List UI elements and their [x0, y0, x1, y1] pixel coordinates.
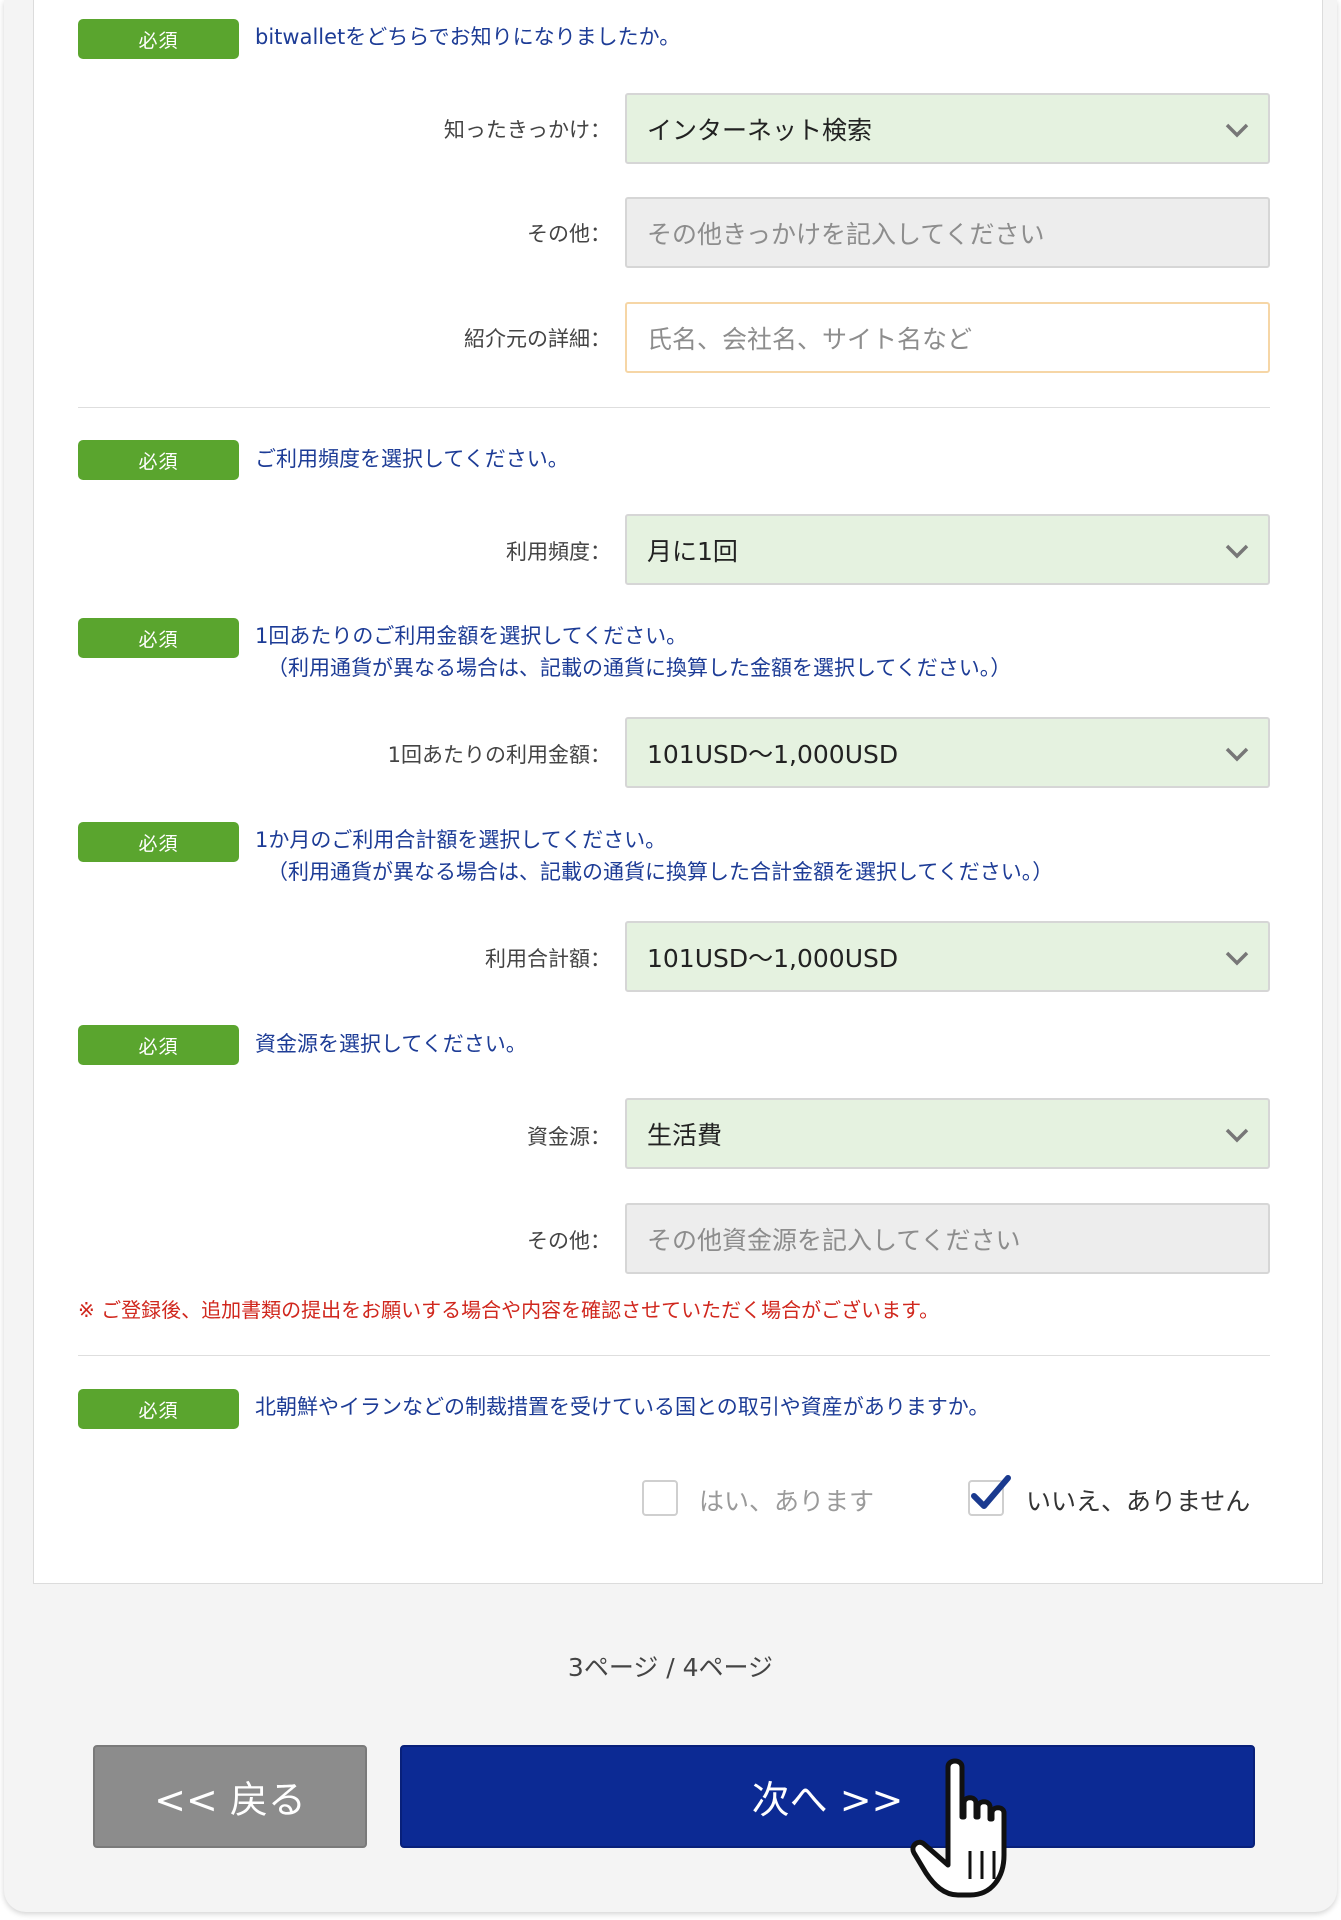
required-badge: 必須: [78, 618, 239, 658]
monthly-label: 利用合計額：: [485, 947, 611, 971]
required-badge: 必須: [78, 19, 239, 59]
frequency-question: ご利用頻度を選択してください。: [255, 447, 569, 471]
frequency-label: 利用頻度：: [506, 540, 611, 564]
chevron-down-icon: [1225, 544, 1249, 559]
amount-question: 1回あたりのご利用金額を選択してください。 （利用通貨が異なる場合は、記載の通貨…: [255, 620, 1011, 684]
sanctions-question: 北朝鮮やイランなどの制裁措置を受けている国との取引や資産がありますか。: [255, 1395, 990, 1419]
chevron-down-icon: [1225, 123, 1249, 138]
notice-text: ※ ご登録後、追加書類の提出をお願いする場合や内容を確認させていただく場合がござ…: [78, 1298, 940, 1322]
referral-other-placeholder: その他きっかけを記入してください: [647, 219, 1045, 249]
required-badge: 必須: [78, 1389, 239, 1429]
referral-source-select[interactable]: インターネット検索: [625, 93, 1270, 164]
chevron-down-icon: [1225, 951, 1249, 966]
sanctions-no-label[interactable]: いいえ、ありません: [1026, 1482, 1250, 1518]
funds-select[interactable]: 生活費: [625, 1098, 1270, 1169]
funds-other-label: その他：: [527, 1229, 611, 1253]
divider: [78, 1355, 1270, 1356]
required-badge: 必須: [78, 440, 239, 480]
monthly-select[interactable]: 101USD〜1,000USD: [625, 921, 1270, 992]
funds-value: 生活費: [647, 1120, 723, 1150]
referral-other-input[interactable]: その他きっかけを記入してください: [625, 197, 1270, 268]
funds-question: 資金源を選択してください。: [255, 1032, 527, 1056]
monthly-question-note: （利用通貨が異なる場合は、記載の通貨に換算した合計金額を選択してください。）: [267, 860, 1054, 884]
back-button[interactable]: << 戻る: [93, 1745, 367, 1848]
monthly-question: 1か月のご利用合計額を選択してください。 （利用通貨が異なる場合は、記載の通貨に…: [255, 824, 1053, 888]
amount-question-note: （利用通貨が異なる場合は、記載の通貨に換算した金額を選択してください。）: [267, 656, 1012, 680]
chevron-down-icon: [1225, 747, 1249, 762]
amount-select[interactable]: 101USD〜1,000USD: [625, 717, 1270, 788]
referral-source-value: インターネット検索: [647, 115, 873, 145]
referral-question: bitwalletをどちらでお知りになりましたか。: [255, 25, 681, 49]
frequency-value: 月に1回: [647, 536, 738, 566]
referral-detail-placeholder: 氏名、会社名、サイト名など: [647, 324, 973, 354]
next-button[interactable]: 次へ >>: [400, 1745, 1255, 1848]
monthly-question-text: 1か月のご利用合計額を選択してください。: [255, 828, 667, 852]
funds-other-input[interactable]: その他資金源を記入してください: [625, 1203, 1270, 1274]
page-indicator: 3ページ / 4ページ: [567, 1653, 774, 1682]
required-badge: 必須: [78, 822, 239, 862]
required-badge: 必須: [78, 1025, 239, 1065]
amount-label: 1回あたりの利用金額：: [387, 743, 611, 767]
funds-label: 資金源：: [527, 1125, 611, 1149]
referral-other-label: その他：: [527, 222, 611, 246]
referral-detail-input[interactable]: 氏名、会社名、サイト名など: [625, 302, 1270, 373]
checkmark-icon: [971, 1475, 1011, 1509]
sanctions-no-checkbox[interactable]: [968, 1475, 1011, 1516]
chevron-down-icon: [1225, 1128, 1249, 1143]
amount-value: 101USD〜1,000USD: [647, 739, 899, 769]
sanctions-yes-checkbox[interactable]: [642, 1480, 678, 1516]
frequency-select[interactable]: 月に1回: [625, 514, 1270, 585]
referral-source-label: 知ったきっかけ：: [443, 118, 611, 142]
amount-question-text: 1回あたりのご利用金額を選択してください。: [255, 624, 688, 648]
funds-other-placeholder: その他資金源を記入してください: [647, 1225, 1021, 1255]
referral-detail-label: 紹介元の詳細：: [464, 327, 611, 351]
sanctions-yes-label[interactable]: はい、あります: [699, 1482, 874, 1518]
monthly-value: 101USD〜1,000USD: [647, 943, 899, 973]
divider: [78, 407, 1270, 408]
hand-pointer-icon: [910, 1758, 1007, 1898]
